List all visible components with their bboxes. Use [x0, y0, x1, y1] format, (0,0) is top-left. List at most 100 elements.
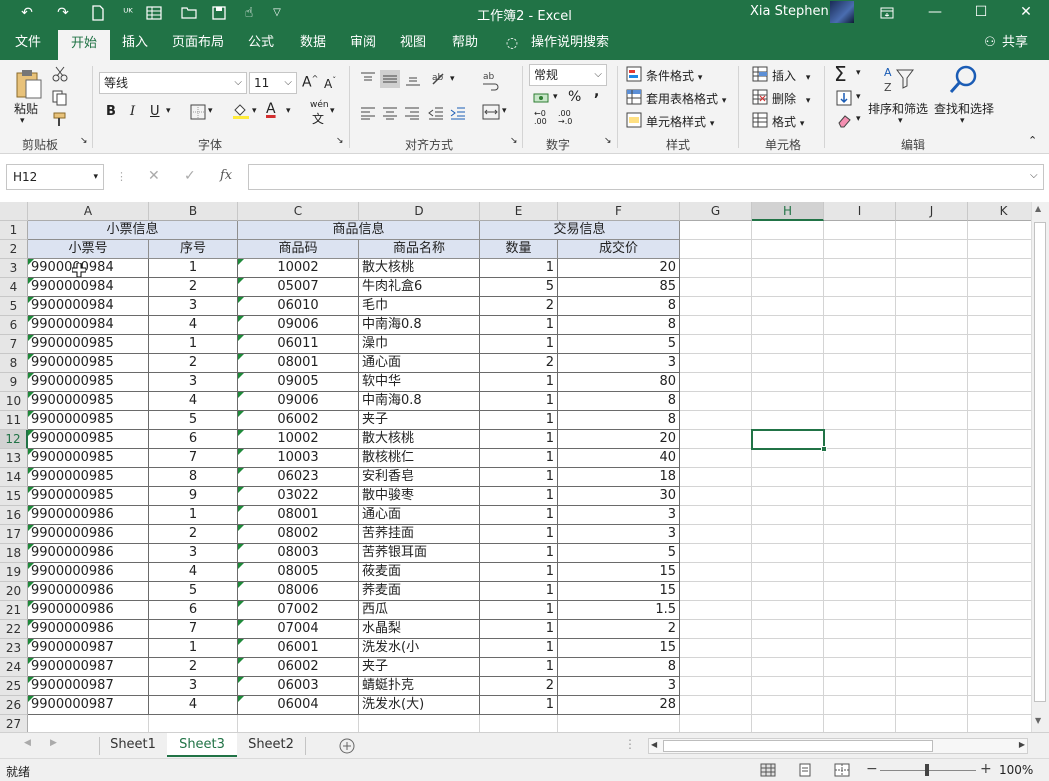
- grid-cell[interactable]: [968, 658, 1040, 677]
- table-cell[interactable]: 1: [149, 506, 238, 525]
- tab-data[interactable]: 数据: [291, 26, 335, 60]
- table-cell[interactable]: 9900000986: [28, 601, 149, 620]
- grid-cell[interactable]: [968, 430, 1040, 449]
- group-header-cell[interactable]: 交易信息: [480, 221, 680, 240]
- column-header-j[interactable]: J: [896, 202, 968, 221]
- grid-cell[interactable]: [968, 715, 1040, 732]
- grid-cell[interactable]: [896, 715, 968, 732]
- table-cell[interactable]: 散核桃仁: [359, 449, 480, 468]
- table-cell[interactable]: 15: [558, 563, 680, 582]
- grid-cell[interactable]: [752, 715, 824, 732]
- table-cell[interactable]: 80: [558, 373, 680, 392]
- paste-dropdown-icon[interactable]: ▾: [20, 116, 25, 126]
- share-button[interactable]: 共享: [1000, 26, 1030, 60]
- grid-cell[interactable]: [752, 392, 824, 411]
- format-painter-icon[interactable]: [52, 112, 68, 128]
- grid-cell[interactable]: [968, 544, 1040, 563]
- table-cell[interactable]: 3: [149, 544, 238, 563]
- scroll-down-icon[interactable]: ▼: [1035, 716, 1041, 725]
- grid-cell[interactable]: [968, 468, 1040, 487]
- grid-cell[interactable]: [968, 525, 1040, 544]
- table-cell[interactable]: 1: [480, 335, 558, 354]
- table-cell[interactable]: 3: [558, 506, 680, 525]
- grid-cell[interactable]: [896, 696, 968, 715]
- grid-cell[interactable]: [968, 373, 1040, 392]
- grid-cell[interactable]: [968, 639, 1040, 658]
- grid-cell[interactable]: [752, 601, 824, 620]
- table-cell[interactable]: 水晶梨: [359, 620, 480, 639]
- row-header[interactable]: 6: [0, 316, 28, 335]
- table-cell[interactable]: 9900000985: [28, 449, 149, 468]
- table-cell[interactable]: 1: [480, 601, 558, 620]
- grid-cell[interactable]: [824, 259, 896, 278]
- ribbon-display-icon[interactable]: [864, 0, 910, 26]
- table-cell[interactable]: 5: [149, 582, 238, 601]
- grid-cell[interactable]: [896, 316, 968, 335]
- grid-cell[interactable]: [680, 335, 752, 354]
- table-cell[interactable]: 1: [149, 259, 238, 278]
- grid-cell[interactable]: [680, 316, 752, 335]
- scroll-right-icon[interactable]: ▶: [1019, 740, 1025, 749]
- table-cell[interactable]: 08001: [238, 506, 359, 525]
- table-cell[interactable]: 1: [149, 639, 238, 658]
- table-cell[interactable]: 9900000985: [28, 411, 149, 430]
- table-cell[interactable]: 9900000986: [28, 563, 149, 582]
- grid-cell[interactable]: [752, 620, 824, 639]
- grid-cell[interactable]: [896, 297, 968, 316]
- table-cell[interactable]: 30: [558, 487, 680, 506]
- table-cell[interactable]: 06004: [238, 696, 359, 715]
- paste-button[interactable]: 粘贴: [14, 100, 38, 117]
- grid-cell[interactable]: [968, 620, 1040, 639]
- insert-cells-button[interactable]: 插入 ▾: [772, 67, 810, 84]
- merge-center-icon[interactable]: [482, 104, 500, 120]
- borders-dropdown-icon[interactable]: ▾: [208, 106, 213, 116]
- cell-styles-icon[interactable]: [626, 112, 642, 128]
- grid-cell[interactable]: [824, 563, 896, 582]
- table-cell[interactable]: 85: [558, 278, 680, 297]
- column-title-cell[interactable]: 商品码: [238, 240, 359, 259]
- fill-color-icon[interactable]: [232, 102, 250, 120]
- orientation-dropdown-icon[interactable]: ▾: [450, 74, 455, 84]
- grid-cell[interactable]: [752, 259, 824, 278]
- add-sheet-icon[interactable]: [339, 738, 355, 754]
- grow-font-icon[interactable]: A^: [302, 74, 318, 91]
- table-cell[interactable]: 西瓜: [359, 601, 480, 620]
- table-cell[interactable]: 20: [558, 430, 680, 449]
- close-button[interactable]: ✕: [1003, 0, 1049, 26]
- table-cell[interactable]: 散大核桃: [359, 259, 480, 278]
- table-cell[interactable]: 8: [558, 392, 680, 411]
- align-right-icon[interactable]: [404, 106, 420, 120]
- merge-dropdown-icon[interactable]: ▾: [502, 106, 507, 116]
- table-cell[interactable]: 40: [558, 449, 680, 468]
- table-cell[interactable]: 18: [558, 468, 680, 487]
- table-cell[interactable]: 3: [558, 525, 680, 544]
- table-cell[interactable]: 1: [480, 316, 558, 335]
- table-cell[interactable]: 苦荞挂面: [359, 525, 480, 544]
- user-name[interactable]: Xia Stephen: [750, 4, 829, 19]
- align-center-icon[interactable]: [382, 106, 398, 120]
- grid-cell[interactable]: [824, 411, 896, 430]
- column-header-a[interactable]: A: [28, 202, 149, 221]
- grid-cell[interactable]: [824, 525, 896, 544]
- table-cell[interactable]: 1: [480, 487, 558, 506]
- row-header[interactable]: 24: [0, 658, 28, 677]
- table-cell[interactable]: 2: [149, 525, 238, 544]
- grid-cell[interactable]: [752, 221, 824, 240]
- grid-cell[interactable]: [680, 468, 752, 487]
- sort-filter-icon[interactable]: A Z: [882, 64, 916, 96]
- column-header-i[interactable]: I: [824, 202, 896, 221]
- tab-split-handle-icon[interactable]: ⋮: [624, 737, 636, 751]
- row-header[interactable]: 17: [0, 525, 28, 544]
- grid-cell[interactable]: [968, 316, 1040, 335]
- grid-cell[interactable]: [752, 297, 824, 316]
- insert-cells-icon[interactable]: [752, 66, 768, 82]
- table-cell[interactable]: 3: [149, 373, 238, 392]
- grid-cell[interactable]: [824, 487, 896, 506]
- cell-styles-button[interactable]: 单元格样式 ▾: [646, 113, 714, 130]
- table-cell[interactable]: 安利香皂: [359, 468, 480, 487]
- table-cell[interactable]: 7: [149, 620, 238, 639]
- grid-cell[interactable]: [752, 677, 824, 696]
- grid-cell[interactable]: [824, 715, 896, 732]
- grid-cell[interactable]: [968, 240, 1040, 259]
- group-header-cell[interactable]: 小票信息: [28, 221, 238, 240]
